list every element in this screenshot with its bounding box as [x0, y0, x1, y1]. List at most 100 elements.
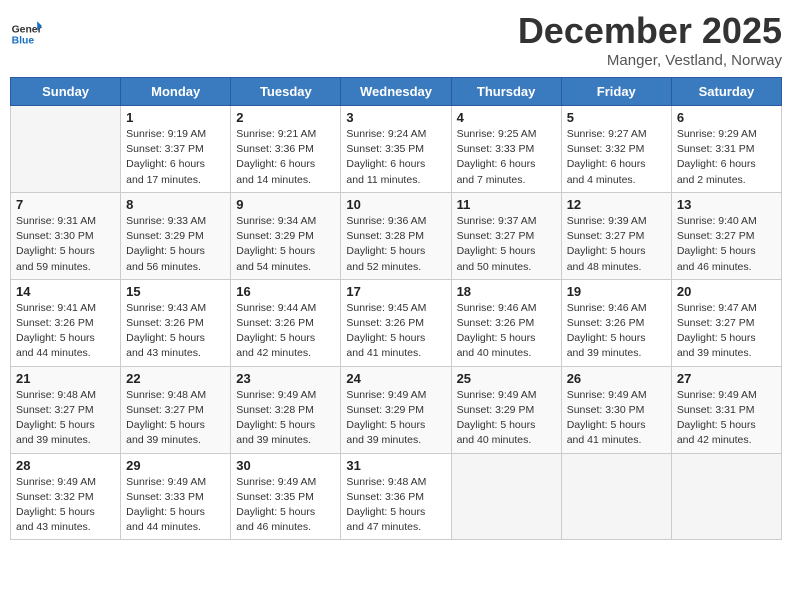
- day-cell: 7 Sunrise: 9:31 AMSunset: 3:30 PMDaylight…: [11, 192, 121, 279]
- day-cell: [11, 106, 121, 193]
- day-info: Sunrise: 9:25 AMSunset: 3:33 PMDaylight:…: [457, 127, 556, 188]
- day-info: Sunrise: 9:44 AMSunset: 3:26 PMDaylight:…: [236, 301, 335, 362]
- weekday-header-wednesday: Wednesday: [341, 78, 451, 106]
- day-number: 12: [567, 197, 666, 212]
- day-cell: 16 Sunrise: 9:44 AMSunset: 3:26 PMDayligh…: [231, 279, 341, 366]
- day-info: Sunrise: 9:49 AMSunset: 3:31 PMDaylight:…: [677, 388, 776, 449]
- day-number: 8: [126, 197, 225, 212]
- day-info: Sunrise: 9:49 AMSunset: 3:29 PMDaylight:…: [346, 388, 445, 449]
- day-cell: 8Sunrise: 9:33 AMSunset: 3:29 PMDaylight…: [121, 192, 231, 279]
- day-number: 18: [457, 284, 556, 299]
- day-number: 23: [236, 371, 335, 386]
- day-info: Sunrise: 9:48 AMSunset: 3:36 PMDaylight:…: [346, 475, 445, 536]
- logo-icon: General Blue: [10, 18, 42, 50]
- day-info: Sunrise: 9:31 AMSunset: 3:30 PMDaylight:…: [16, 214, 115, 275]
- day-info: Sunrise: 9:49 AMSunset: 3:30 PMDaylight:…: [567, 388, 666, 449]
- day-cell: 15Sunrise: 9:43 AMSunset: 3:26 PMDayligh…: [121, 279, 231, 366]
- day-cell: 9 Sunrise: 9:34 AMSunset: 3:29 PMDaylight…: [231, 192, 341, 279]
- week-row-3: 14 Sunrise: 9:41 AMSunset: 3:26 PMDayligh…: [11, 279, 782, 366]
- day-number: 27: [677, 371, 776, 386]
- day-info: Sunrise: 9:45 AMSunset: 3:26 PMDaylight:…: [346, 301, 445, 362]
- weekday-header-tuesday: Tuesday: [231, 78, 341, 106]
- day-cell: 22 Sunrise: 9:48 AMSunset: 3:27 PMDayligh…: [121, 366, 231, 453]
- day-number: 22: [126, 371, 225, 386]
- weekday-header-thursday: Thursday: [451, 78, 561, 106]
- day-cell: 18 Sunrise: 9:46 AMSunset: 3:26 PMDayligh…: [451, 279, 561, 366]
- day-number: 14: [16, 284, 115, 299]
- day-cell: 29 Sunrise: 9:49 AMSunset: 3:33 PMDayligh…: [121, 453, 231, 540]
- calendar-subtitle: Manger, Vestland, Norway: [518, 52, 782, 69]
- day-number: 7: [16, 197, 115, 212]
- day-cell: 25 Sunrise: 9:49 AMSunset: 3:29 PMDayligh…: [451, 366, 561, 453]
- day-info: Sunrise: 9:47 AMSunset: 3:27 PMDaylight:…: [677, 301, 776, 362]
- day-cell: 30Sunrise: 9:49 AMSunset: 3:35 PMDayligh…: [231, 453, 341, 540]
- day-number: 16: [236, 284, 335, 299]
- weekday-header-row: SundayMondayTuesdayWednesdayThursdayFrid…: [11, 78, 782, 106]
- day-info: Sunrise: 9:21 AMSunset: 3:36 PMDaylight:…: [236, 127, 335, 188]
- day-number: 9: [236, 197, 335, 212]
- day-cell: 26Sunrise: 9:49 AMSunset: 3:30 PMDayligh…: [561, 366, 671, 453]
- day-number: 24: [346, 371, 445, 386]
- day-info: Sunrise: 9:36 AMSunset: 3:28 PMDaylight:…: [346, 214, 445, 275]
- day-cell: 12 Sunrise: 9:39 AMSunset: 3:27 PMDayligh…: [561, 192, 671, 279]
- day-cell: 11 Sunrise: 9:37 AMSunset: 3:27 PMDayligh…: [451, 192, 561, 279]
- day-cell: 24 Sunrise: 9:49 AMSunset: 3:29 PMDayligh…: [341, 366, 451, 453]
- day-number: 19: [567, 284, 666, 299]
- day-number: 25: [457, 371, 556, 386]
- day-number: 21: [16, 371, 115, 386]
- day-number: 3: [346, 110, 445, 125]
- day-cell: 17Sunrise: 9:45 AMSunset: 3:26 PMDayligh…: [341, 279, 451, 366]
- day-cell: 27 Sunrise: 9:49 AMSunset: 3:31 PMDayligh…: [671, 366, 781, 453]
- day-cell: 2 Sunrise: 9:21 AMSunset: 3:36 PMDaylight…: [231, 106, 341, 193]
- day-info: Sunrise: 9:46 AMSunset: 3:26 PMDaylight:…: [457, 301, 556, 362]
- week-row-4: 21 Sunrise: 9:48 AMSunset: 3:27 PMDayligh…: [11, 366, 782, 453]
- day-cell: 31Sunrise: 9:48 AMSunset: 3:36 PMDayligh…: [341, 453, 451, 540]
- day-number: 15: [126, 284, 225, 299]
- day-cell: 19 Sunrise: 9:46 AMSunset: 3:26 PMDayligh…: [561, 279, 671, 366]
- day-info: Sunrise: 9:37 AMSunset: 3:27 PMDaylight:…: [457, 214, 556, 275]
- day-info: Sunrise: 9:39 AMSunset: 3:27 PMDaylight:…: [567, 214, 666, 275]
- day-info: Sunrise: 9:48 AMSunset: 3:27 PMDaylight:…: [126, 388, 225, 449]
- header: General Blue December 2025 Manger, Vestl…: [10, 10, 782, 69]
- day-number: 20: [677, 284, 776, 299]
- title-area: December 2025 Manger, Vestland, Norway: [518, 10, 782, 69]
- day-info: Sunrise: 9:41 AMSunset: 3:26 PMDaylight:…: [16, 301, 115, 362]
- calendar-title: December 2025: [518, 10, 782, 52]
- day-info: Sunrise: 9:27 AMSunset: 3:32 PMDaylight:…: [567, 127, 666, 188]
- day-info: Sunrise: 9:46 AMSunset: 3:26 PMDaylight:…: [567, 301, 666, 362]
- day-info: Sunrise: 9:29 AMSunset: 3:31 PMDaylight:…: [677, 127, 776, 188]
- day-cell: 5 Sunrise: 9:27 AMSunset: 3:32 PMDaylight…: [561, 106, 671, 193]
- day-cell: 6Sunrise: 9:29 AMSunset: 3:31 PMDaylight…: [671, 106, 781, 193]
- day-number: 5: [567, 110, 666, 125]
- day-number: 2: [236, 110, 335, 125]
- day-cell: 20 Sunrise: 9:47 AMSunset: 3:27 PMDayligh…: [671, 279, 781, 366]
- calendar-table: SundayMondayTuesdayWednesdayThursdayFrid…: [10, 77, 782, 540]
- weekday-header-friday: Friday: [561, 78, 671, 106]
- day-info: Sunrise: 9:19 AMSunset: 3:37 PMDaylight:…: [126, 127, 225, 188]
- day-number: 4: [457, 110, 556, 125]
- day-info: Sunrise: 9:48 AMSunset: 3:27 PMDaylight:…: [16, 388, 115, 449]
- day-number: 13: [677, 197, 776, 212]
- weekday-header-saturday: Saturday: [671, 78, 781, 106]
- day-info: Sunrise: 9:49 AMSunset: 3:33 PMDaylight:…: [126, 475, 225, 536]
- day-number: 28: [16, 458, 115, 473]
- day-info: Sunrise: 9:49 AMSunset: 3:32 PMDaylight:…: [16, 475, 115, 536]
- day-info: Sunrise: 9:34 AMSunset: 3:29 PMDaylight:…: [236, 214, 335, 275]
- weekday-header-monday: Monday: [121, 78, 231, 106]
- logo: General Blue: [10, 18, 42, 50]
- day-number: 29: [126, 458, 225, 473]
- svg-text:Blue: Blue: [12, 36, 35, 47]
- day-info: Sunrise: 9:49 AMSunset: 3:28 PMDaylight:…: [236, 388, 335, 449]
- day-cell: [671, 453, 781, 540]
- day-cell: [451, 453, 561, 540]
- day-cell: 28 Sunrise: 9:49 AMSunset: 3:32 PMDayligh…: [11, 453, 121, 540]
- day-info: Sunrise: 9:49 AMSunset: 3:29 PMDaylight:…: [457, 388, 556, 449]
- day-cell: 13Sunrise: 9:40 AMSunset: 3:27 PMDayligh…: [671, 192, 781, 279]
- day-cell: 23 Sunrise: 9:49 AMSunset: 3:28 PMDayligh…: [231, 366, 341, 453]
- day-cell: [561, 453, 671, 540]
- day-cell: 10Sunrise: 9:36 AMSunset: 3:28 PMDayligh…: [341, 192, 451, 279]
- day-info: Sunrise: 9:49 AMSunset: 3:35 PMDaylight:…: [236, 475, 335, 536]
- day-cell: 1 Sunrise: 9:19 AMSunset: 3:37 PMDaylight…: [121, 106, 231, 193]
- day-number: 1: [126, 110, 225, 125]
- day-number: 11: [457, 197, 556, 212]
